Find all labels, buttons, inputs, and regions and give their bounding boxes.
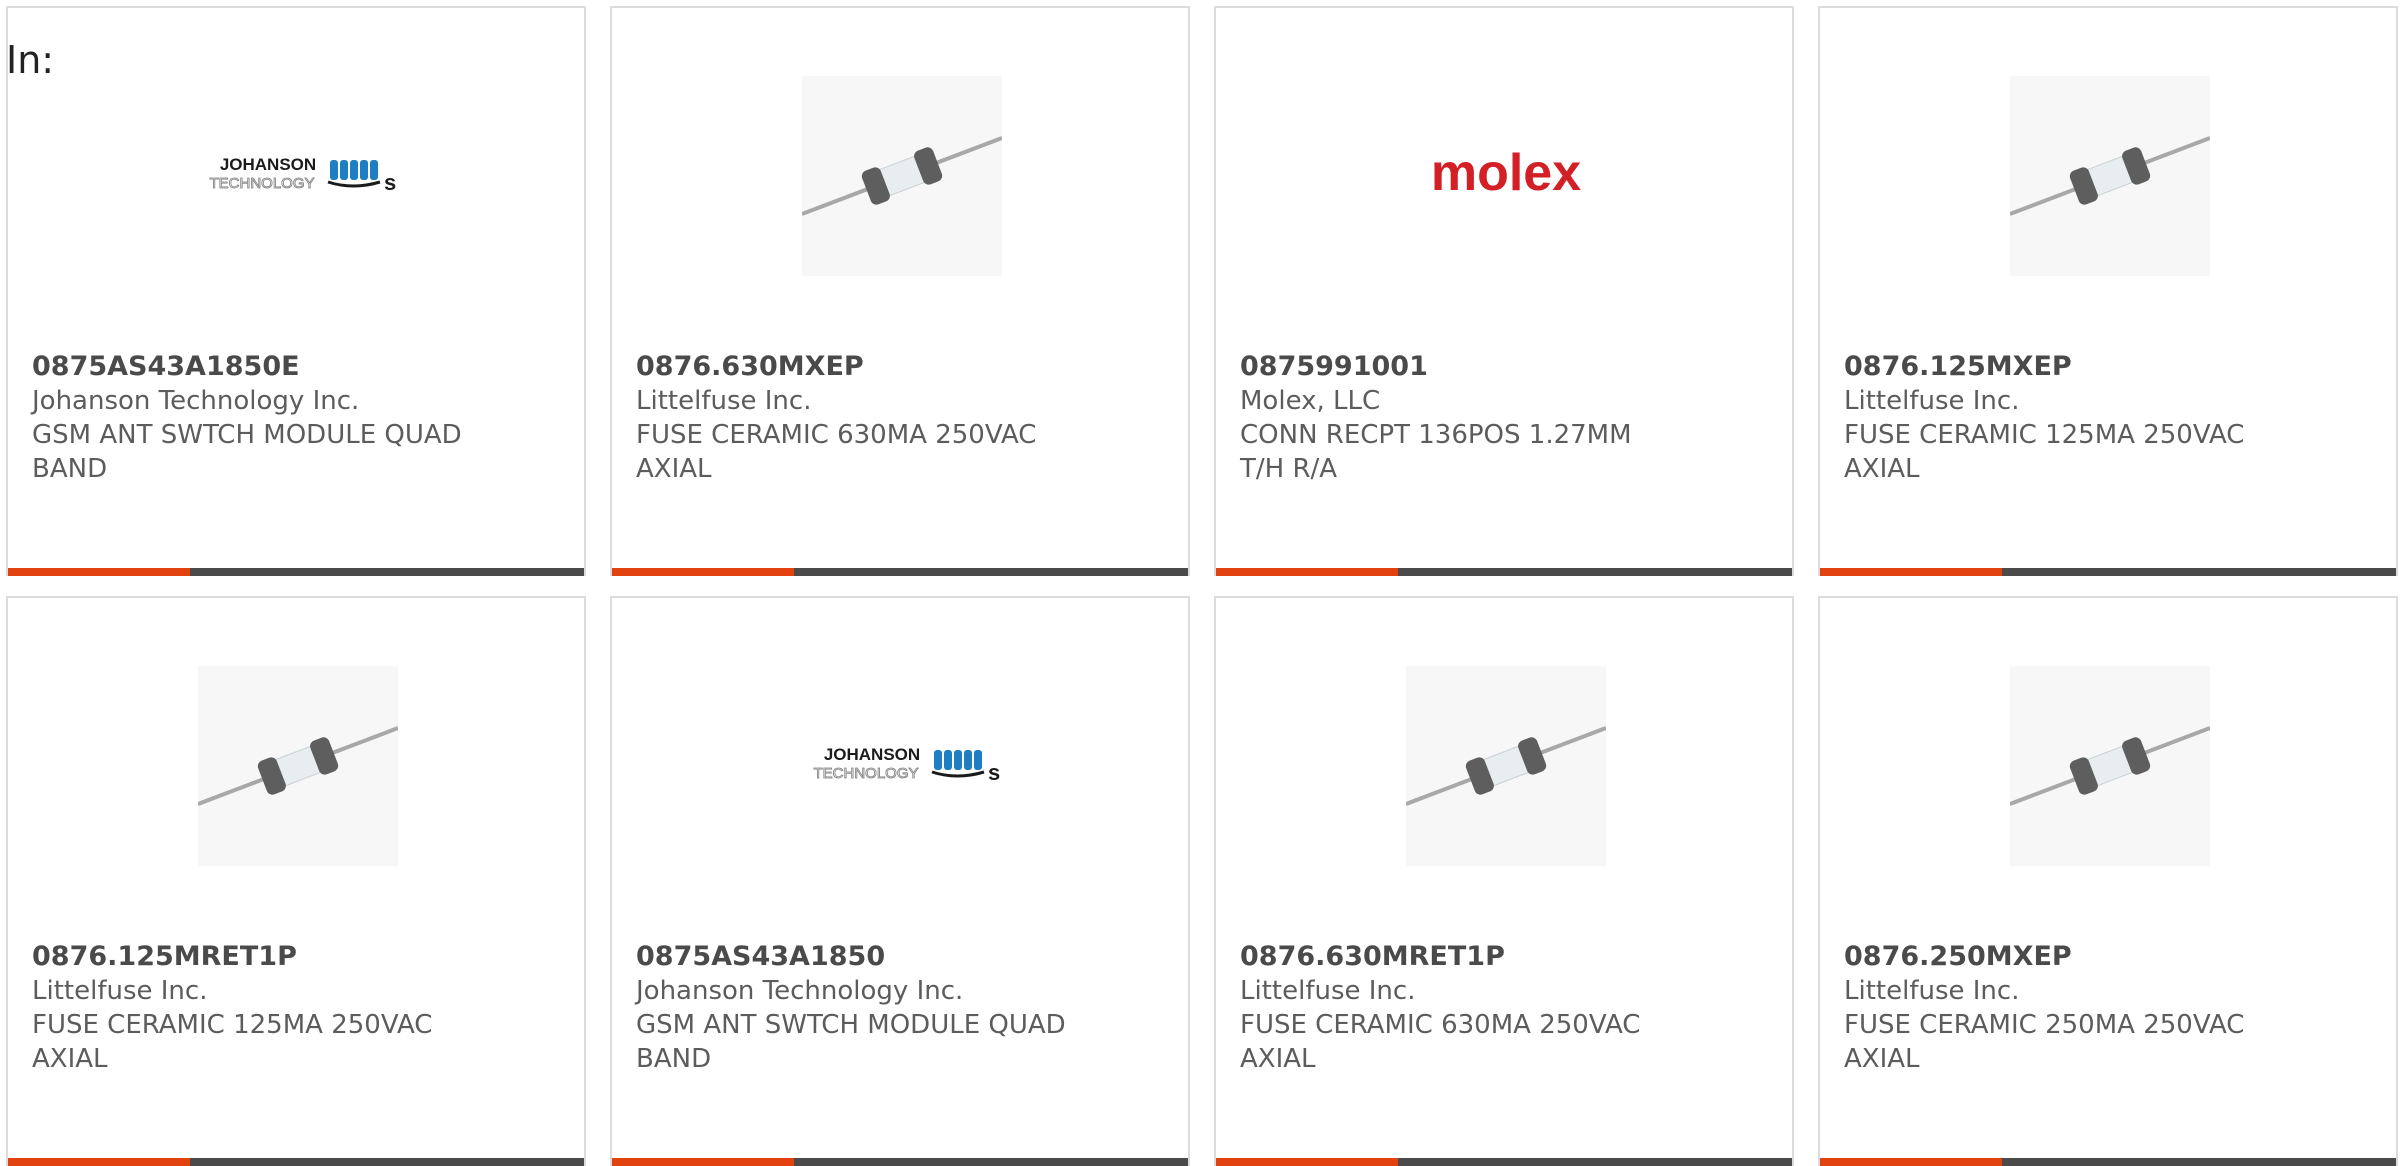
manufacturer: Littelfuse Inc. [32,976,208,1006]
card-accent-bar [1216,1158,1398,1166]
logo-text-technology: TECHNOLOGY [209,175,314,192]
product-info: 0876.125MXEP Littelfuse Inc. FUSE CERAMI… [1844,350,2372,486]
axial-fuse-image [802,76,1002,276]
description: FUSE CERAMIC 125MA 250VAC AXIAL [1844,420,2245,484]
johanson-logo: JOHANSON TECHNOLOGY s [802,666,1002,866]
part-number[interactable]: 0876.125MRET1P [32,940,560,974]
part-number[interactable]: 0875AS43A1850E [32,350,560,384]
description: GSM ANT SWTCH MODULE QUAD BAND [636,1010,1066,1074]
description: FUSE CERAMIC 250MA 250VAC AXIAL [1844,1010,2245,1074]
card-accent-bar [612,568,794,576]
card-bottom-bar [1216,1158,1792,1166]
description: CONN RECPT 136POS 1.27MM T/H R/A [1240,420,1632,484]
manufacturer: Littelfuse Inc. [1844,386,2020,416]
manufacturer: Johanson Technology Inc. [636,976,964,1006]
card-accent-bar [612,1158,794,1166]
card-accent-bar [1216,568,1398,576]
product-info: 0876.250MXEP Littelfuse Inc. FUSE CERAMI… [1844,940,2372,1076]
axial-fuse-image [2010,76,2210,276]
product-info: 0875991001 Molex, LLC CONN RECPT 136POS … [1240,350,1768,486]
card-bottom-bar [1820,1158,2396,1166]
description: FUSE CERAMIC 125MA 250VAC AXIAL [32,1010,433,1074]
product-info: 0875AS43A1850E Johanson Technology Inc. … [32,350,560,486]
product-info: 0875AS43A1850 Johanson Technology Inc. G… [636,940,1164,1076]
description: FUSE CERAMIC 630MA 250VAC AXIAL [1240,1010,1641,1074]
svg-text:s: s [988,760,1000,785]
card-accent-bar [8,1158,190,1166]
part-number[interactable]: 0875991001 [1240,350,1768,384]
product-card[interactable]: JOHANSON TECHNOLOGY s 0875AS43A1850 Joha… [610,596,1190,1166]
product-card[interactable]: 0876.125MXEP Littelfuse Inc. FUSE CERAMI… [1818,6,2398,576]
product-card[interactable]: 0876.125MRET1P Littelfuse Inc. FUSE CERA… [6,596,586,1166]
card-bottom-bar [1820,568,2396,576]
part-number[interactable]: 0876.125MXEP [1844,350,2372,384]
card-accent-bar [1820,1158,2002,1166]
card-accent-bar [1820,568,2002,576]
part-number[interactable]: 0876.630MXEP [636,350,1164,384]
axial-fuse-image [2010,666,2210,866]
product-card[interactable]: JOHANSON TECHNOLOGY s 0875AS43A1850E Joh… [6,6,586,576]
part-number[interactable]: 0876.630MRET1P [1240,940,1768,974]
manufacturer: Littelfuse Inc. [1240,976,1416,1006]
axial-fuse-image [1406,666,1606,866]
part-number[interactable]: 0875AS43A1850 [636,940,1164,974]
product-info: 0876.125MRET1P Littelfuse Inc. FUSE CERA… [32,940,560,1076]
card-accent-bar [8,568,190,576]
card-bottom-bar [612,1158,1188,1166]
card-bottom-bar [612,568,1188,576]
johanson-logo: JOHANSON TECHNOLOGY s [198,76,398,276]
product-card[interactable]: 0876.630MXEP Littelfuse Inc. FUSE CERAMI… [610,6,1190,576]
in-label: In: [6,38,55,82]
logo-text-technology: TECHNOLOGY [813,765,918,782]
part-number[interactable]: 0876.250MXEP [1844,940,2372,974]
product-card[interactable]: 0876.250MXEP Littelfuse Inc. FUSE CERAMI… [1818,596,2398,1166]
card-bottom-bar [8,1158,584,1166]
product-card[interactable]: molex 0875991001 Molex, LLC CONN RECPT 1… [1214,6,1794,576]
manufacturer: Littelfuse Inc. [1844,976,2020,1006]
product-info: 0876.630MRET1P Littelfuse Inc. FUSE CERA… [1240,940,1768,1076]
svg-text:s: s [384,170,396,195]
molex-logo: molex [1406,76,1606,276]
card-bottom-bar [8,568,584,576]
manufacturer: Littelfuse Inc. [636,386,812,416]
manufacturer: Johanson Technology Inc. [32,386,360,416]
description: GSM ANT SWTCH MODULE QUAD BAND [32,420,462,484]
axial-fuse-image [198,666,398,866]
logo-text-johanson: JOHANSON [220,155,316,174]
description: FUSE CERAMIC 630MA 250VAC AXIAL [636,420,1037,484]
product-info: 0876.630MXEP Littelfuse Inc. FUSE CERAMI… [636,350,1164,486]
product-grid: JOHANSON TECHNOLOGY s 0875AS43A1850E Joh… [6,6,2400,1166]
product-card[interactable]: 0876.630MRET1P Littelfuse Inc. FUSE CERA… [1214,596,1794,1166]
logo-text-molex: molex [1431,146,1581,202]
logo-text-johanson: JOHANSON [824,745,920,764]
manufacturer: Molex, LLC [1240,386,1381,416]
card-bottom-bar [1216,568,1792,576]
